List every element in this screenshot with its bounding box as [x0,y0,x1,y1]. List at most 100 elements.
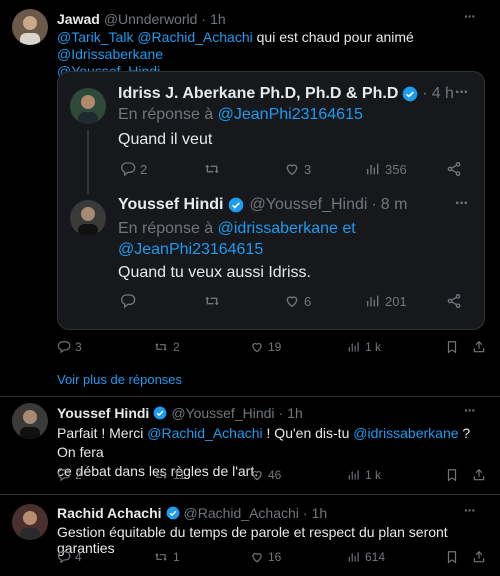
quoted-time[interactable]: 4 h [432,85,454,103]
verified-badge-icon [403,86,418,102]
author-name[interactable]: Rachid Achachi [57,505,162,521]
views-button[interactable]: 1 k [347,340,381,354]
reply-context-prefix: En réponse à [118,106,218,123]
more-options-icon[interactable]: ··· [464,502,476,518]
mention-link[interactable]: @Rachid_Achachi [147,425,262,441]
share-button[interactable] [446,161,462,177]
avatar-rachid-achachi[interactable] [12,504,48,540]
author-handle[interactable]: @Youssef_Hindi [171,405,274,421]
retweet-icon [155,471,167,479]
analytics-icon [348,470,359,480]
reply-count: 2 [75,468,82,482]
bookmark-button[interactable] [445,468,459,482]
retweet-button[interactable] [203,161,221,177]
like-button[interactable]: 3 [284,161,311,177]
reply-context: En réponse à @JeanPhi23164615 [118,106,363,124]
retweet-button[interactable] [203,293,221,309]
bookmark-button[interactable] [445,340,459,354]
like-button[interactable]: 16 [250,550,281,564]
share-button[interactable] [472,340,486,354]
quoted-author-handle[interactable]: @Youssef_Hindi [250,196,368,214]
views-count: 1 k [365,340,382,354]
like-button[interactable]: 46 [250,468,281,482]
share-button[interactable] [472,550,486,564]
upload-share-icon [473,550,485,563]
quoted-author-name[interactable]: Idriss J. Aberkane Ph.D, Ph.D & Ph.D [118,85,398,103]
mention-link[interactable]: @Tarik_Talk @Rachid_Achachi [57,29,253,45]
bookmark-icon [447,341,457,354]
reply-button[interactable]: 2 [120,161,147,177]
thread-connector-line [87,130,89,194]
quoted-author-name[interactable]: Youssef Hindi [118,196,224,214]
upload-share-icon [473,468,485,481]
more-options-icon[interactable]: ··· [455,195,469,213]
verified-badge-icon [166,506,179,520]
views-button[interactable]: 614 [347,550,385,564]
separator-dot: · [422,85,428,102]
retweet-count: 1 [173,550,180,564]
retweet-count: 11 [173,468,186,482]
retweet-button[interactable]: 2 [153,340,180,354]
quoted-tweet-text: Quand il veut [118,131,213,148]
mention-link[interactable]: @idrissaberkane [218,220,338,237]
separator-dot: · [302,505,308,521]
avatar-jawad[interactable] [12,9,48,45]
analytics-icon [367,295,379,307]
reply-button[interactable]: 2 [57,468,82,482]
avatar-youssef[interactable] [70,200,106,236]
analytics-icon [348,342,359,352]
separator-dot: · [278,405,284,421]
views-count: 1 k [365,468,382,482]
reply-icon [57,341,71,354]
show-more-replies-link[interactable]: Voir plus de réponses [57,372,182,387]
views-count: 614 [365,550,386,564]
quoted-time[interactable]: 8 m [381,196,408,214]
share-icon [447,294,461,308]
tweet-text-plain: Parfait ! Merci [57,425,148,441]
retweet-button[interactable]: 1 [153,550,180,564]
tweet-time[interactable]: 1h [210,11,226,27]
share-button[interactable] [446,293,462,309]
more-options-icon[interactable]: ··· [464,8,476,24]
heart-icon [286,164,298,176]
views-button[interactable]: 1 k [347,468,381,482]
share-icon [447,162,461,176]
retweet-button[interactable]: 11 [153,468,185,482]
verified-badge-icon [228,197,243,213]
heart-icon [252,553,262,563]
tweet-time[interactable]: 1h [287,405,303,421]
tweet-time[interactable]: 1h [312,505,328,521]
reply-button[interactable]: 3 [57,340,82,354]
views-count: 356 [385,161,407,177]
share-button[interactable] [472,468,486,482]
mention-link[interactable]: @JeanPhi23164615 [218,106,363,123]
avatar-idriss[interactable] [70,88,106,124]
views-button[interactable]: 356 [365,161,407,177]
upload-share-icon [473,340,485,353]
author-name[interactable]: Jawad [57,11,100,27]
views-button[interactable]: 201 [365,293,407,309]
separator-dot: · [371,196,377,213]
author-handle[interactable]: @Unnderworld [104,11,198,27]
more-options-icon[interactable]: ··· [455,84,469,102]
author-handle[interactable]: @Rachid_Achachi [184,505,299,521]
reply-count: 4 [75,550,82,564]
mention-link[interactable]: @JeanPhi23164615 [118,241,263,258]
views-count: 201 [385,293,407,309]
retweet-icon [155,343,167,351]
avatar-youssef-hindi[interactable] [12,403,48,439]
reply-count: 2 [140,161,148,177]
like-button[interactable]: 6 [284,293,311,309]
divider [0,494,500,495]
bookmark-button[interactable] [445,550,459,564]
mention-link[interactable]: @Idrissaberkane [57,46,163,62]
bookmark-icon [447,469,457,482]
mention-link[interactable]: @idrissaberkane [353,425,458,441]
author-name[interactable]: Youssef Hindi [57,405,149,421]
reply-button[interactable]: 4 [57,550,82,564]
more-options-icon[interactable]: ··· [464,402,476,418]
tweet-text-plain: qui est chaud pour animé [252,29,414,45]
reply-count: 3 [75,340,82,354]
reply-button[interactable] [120,293,136,309]
like-button[interactable]: 19 [250,340,281,354]
